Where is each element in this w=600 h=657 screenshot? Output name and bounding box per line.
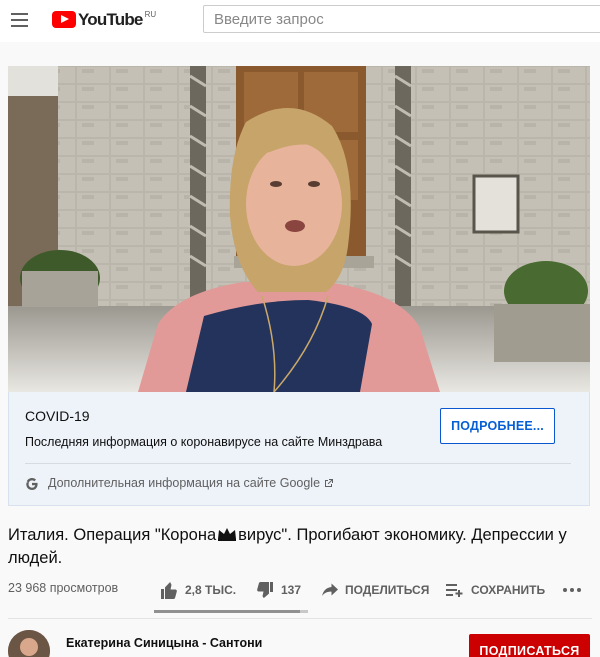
dislike-count: 137: [281, 583, 302, 597]
video-title-part1: Италия. Операция "Корона: [8, 526, 217, 544]
video-title: Италия. Операция "Корона вирус". Прогибаю…: [8, 524, 588, 570]
youtube-logo[interactable]: YouTube RU: [52, 9, 156, 31]
thumb-down-icon: [257, 581, 273, 598]
like-button[interactable]: 2,8 ТЫС.: [160, 581, 237, 599]
youtube-logo-icon: [52, 11, 76, 28]
masthead: YouTube RU: [0, 0, 600, 42]
search-input[interactable]: [204, 6, 600, 32]
info-panel-title: COVID-19: [25, 408, 90, 424]
video-frame: [8, 66, 590, 392]
logo-text: YouTube: [78, 10, 143, 29]
more-icon: [563, 588, 581, 592]
sentiment-bar-likes: [154, 610, 301, 613]
action-bar: 2,8 ТЫС. 137 ПОДЕЛИТЬСЯ СОХРАНИТЬ: [0, 580, 600, 600]
divider: [8, 618, 592, 619]
share-button[interactable]: ПОДЕЛИТЬСЯ: [322, 583, 429, 597]
search-box: [203, 5, 600, 33]
save-button[interactable]: СОХРАНИТЬ: [446, 583, 545, 597]
info-panel-description: Последняя информация о коронавирусе на с…: [25, 435, 383, 449]
learn-more-button[interactable]: ПОДРОБНЕЕ...: [440, 408, 555, 444]
google-g-icon: [26, 478, 38, 490]
menu-icon[interactable]: [11, 13, 28, 27]
share-label: ПОДЕЛИТЬСЯ: [345, 583, 430, 597]
avatar-image: [8, 630, 50, 657]
divider: [25, 463, 571, 464]
google-info-link-text: Дополнительная информация на сайте Googl…: [48, 476, 321, 490]
external-link-icon: [325, 479, 334, 487]
like-count: 2,8 ТЫС.: [185, 583, 237, 597]
google-info-link[interactable]: Дополнительная информация на сайте Googl…: [48, 476, 334, 490]
dislike-button[interactable]: 137: [256, 581, 302, 599]
sentiment-bar: [154, 610, 308, 613]
logo-region: RU: [144, 10, 157, 19]
save-to-playlist-icon: [446, 584, 463, 597]
crown-icon: [218, 528, 237, 541]
subscribe-button[interactable]: ПОДПИСАТЬСЯ: [469, 634, 590, 657]
avatar[interactable]: [8, 630, 50, 657]
share-icon: [322, 583, 338, 596]
video-player[interactable]: [8, 66, 590, 392]
info-panel: COVID-19 Последняя информация о коронави…: [8, 392, 590, 506]
channel-name[interactable]: Екатерина Синицына - Сантони: [66, 636, 262, 650]
more-actions-button[interactable]: [563, 588, 581, 592]
save-label: СОХРАНИТЬ: [471, 583, 546, 597]
thumb-up-icon: [161, 581, 177, 599]
